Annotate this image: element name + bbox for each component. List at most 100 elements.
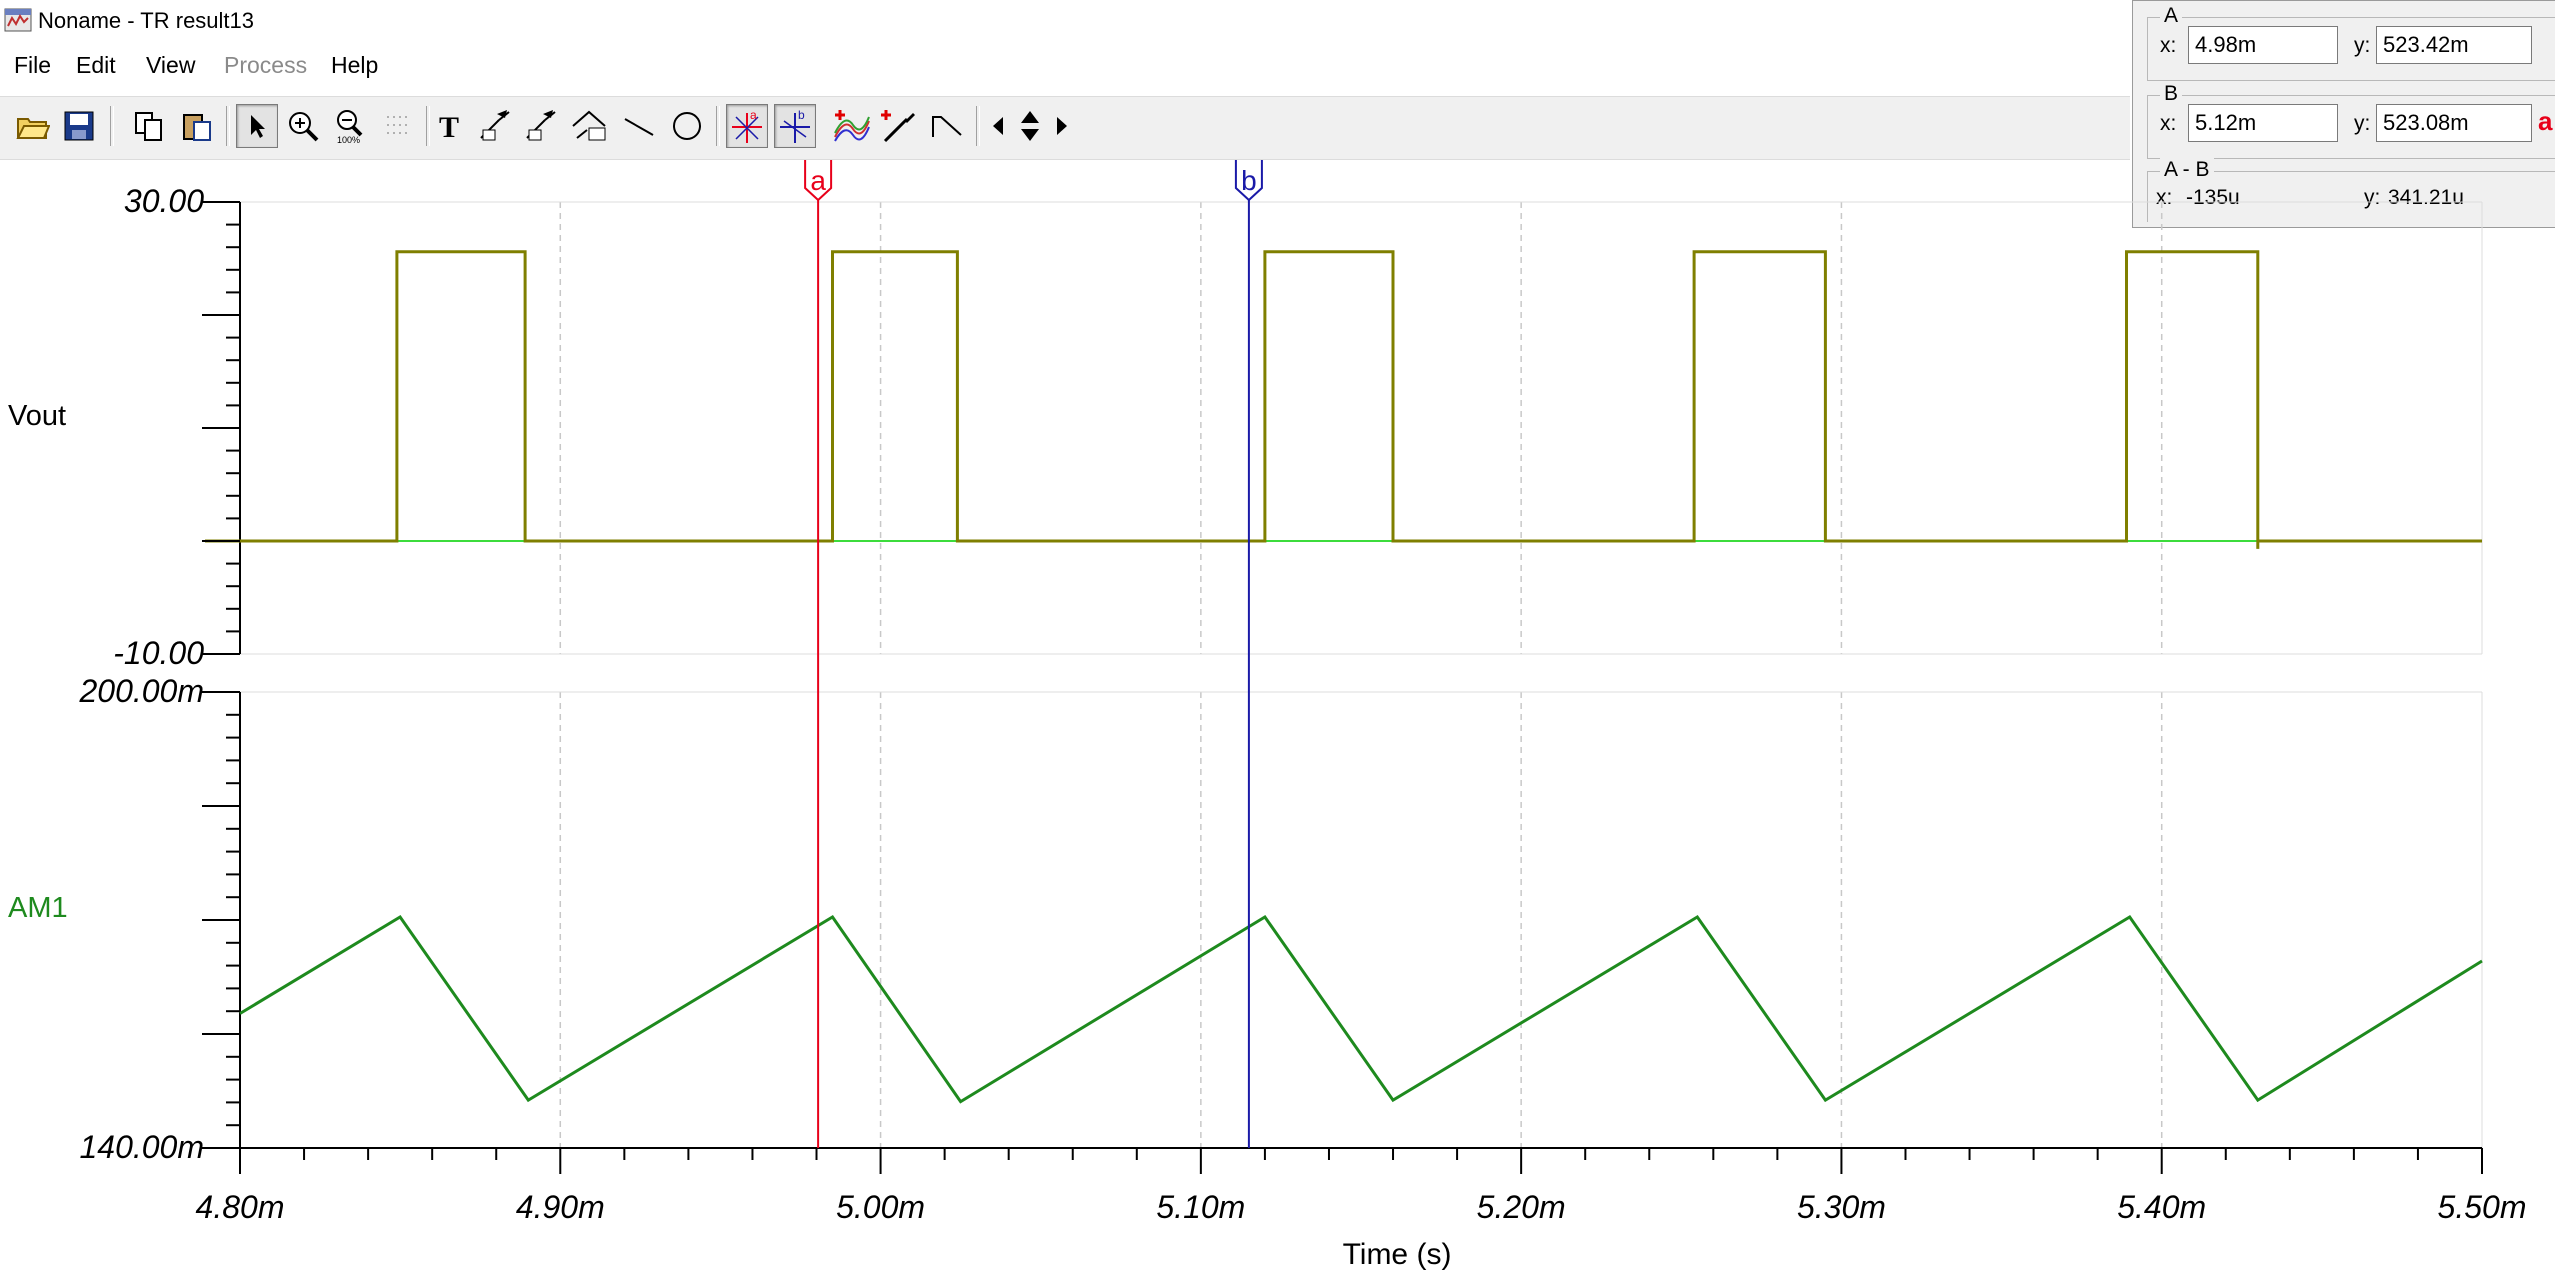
cursor-readout-panel: A x: 4.98m y: 523.42m B x: 5.12m y: 523.… bbox=[2132, 0, 2555, 228]
cursor-a-button[interactable]: a bbox=[726, 104, 768, 148]
cursor-diff-y-value: 341.21u bbox=[2388, 186, 2464, 209]
x-tick-label: 4.80m bbox=[196, 1189, 285, 1225]
cursor-a-x-label: x: bbox=[2160, 34, 2177, 57]
cursor-diff-title: A - B bbox=[2160, 158, 2214, 182]
vout-y-tick-label: -10.00 bbox=[113, 635, 204, 671]
am1-y-tick-label: 140.00m bbox=[79, 1129, 204, 1165]
paste-icon bbox=[183, 114, 211, 141]
label-tool-2-icon bbox=[526, 110, 556, 141]
diagram-label-icon bbox=[572, 110, 606, 141]
vout-y-tick-label: 30.00 bbox=[124, 183, 204, 219]
vout-series-line bbox=[205, 250, 2482, 549]
cursor-b-title: B bbox=[2160, 82, 2183, 106]
cursor-b-x-label: x: bbox=[2160, 112, 2177, 135]
x-axis-title: Time (s) bbox=[1343, 1238, 1452, 1271]
text-button[interactable]: T bbox=[430, 104, 472, 148]
cursor-b-group: B x: 5.12m y: 523.08m a← bbox=[2147, 82, 2555, 159]
text-icon: T bbox=[439, 111, 459, 142]
step-icon bbox=[932, 116, 962, 137]
select-button[interactable] bbox=[236, 104, 278, 148]
menu-process: Process bbox=[224, 52, 308, 78]
toolbar-separator bbox=[976, 106, 980, 146]
next-button[interactable] bbox=[1050, 104, 1074, 148]
open-icon bbox=[16, 118, 50, 139]
x-tick-label: 5.50m bbox=[2438, 1189, 2527, 1225]
prev-icon bbox=[993, 117, 1003, 135]
menu-file[interactable]: File bbox=[14, 52, 51, 79]
diagram-label-button[interactable] bbox=[568, 104, 610, 148]
grid-button[interactable] bbox=[378, 104, 420, 148]
add-curve-button[interactable] bbox=[830, 104, 872, 148]
updown-button[interactable] bbox=[1014, 104, 1046, 148]
svg-text:T: T bbox=[439, 111, 459, 142]
cursor-b-label: b bbox=[1241, 165, 1257, 196]
cursor-b-icon: b bbox=[780, 108, 810, 143]
cursor-diff-y-label: y: bbox=[2364, 186, 2381, 209]
save-icon bbox=[64, 111, 94, 141]
zoom-100-icon: 100% bbox=[337, 110, 363, 144]
menu-view[interactable]: View bbox=[146, 52, 195, 79]
paste-button[interactable] bbox=[176, 104, 218, 148]
menu-bar: File Edit View Process Help bbox=[0, 46, 2130, 84]
cursor-a-title: A bbox=[2160, 4, 2183, 28]
cursor-a-x-field[interactable]: 4.98m bbox=[2188, 26, 2338, 64]
cursor-b-y-field[interactable]: 523.08m bbox=[2376, 104, 2532, 142]
cursor-a-icon: a bbox=[732, 108, 762, 143]
cursor-a-y-label: y: bbox=[2354, 34, 2371, 57]
cursor-b-x-field[interactable]: 5.12m bbox=[2188, 104, 2338, 142]
step-button[interactable] bbox=[926, 104, 968, 148]
window-title: Noname - TR result13 bbox=[38, 8, 255, 33]
label-tool-2-button[interactable] bbox=[520, 104, 562, 148]
menu-help[interactable]: Help bbox=[331, 52, 378, 79]
cursor-a-marker[interactable] bbox=[804, 160, 833, 202]
x-tick-label: 5.20m bbox=[1477, 1189, 1566, 1225]
am1-series-line bbox=[239, 914, 2483, 1104]
cursor-a-label: a bbox=[810, 165, 826, 196]
label-tool-button[interactable] bbox=[474, 104, 516, 148]
line-button[interactable] bbox=[618, 104, 660, 148]
svg-text:100%: 100% bbox=[337, 135, 360, 144]
x-tick-label: 5.40m bbox=[2117, 1189, 2206, 1225]
cursor-a-group: A x: 4.98m y: 523.42m bbox=[2147, 4, 2555, 81]
svg-text:a: a bbox=[750, 108, 757, 122]
x-tick-label: 5.10m bbox=[1156, 1189, 1245, 1225]
cursor-diff-group: A - B x: -135u y: 341.21u bbox=[2147, 158, 2555, 222]
select-arrow-icon bbox=[251, 115, 265, 138]
open-button[interactable] bbox=[12, 104, 54, 148]
line-icon bbox=[624, 118, 654, 136]
cursor-diff-x-label: x: bbox=[2156, 186, 2173, 209]
add-curve-icon bbox=[834, 110, 870, 142]
updown-icon bbox=[1021, 111, 1039, 141]
cursor-b-y-label: y: bbox=[2354, 112, 2371, 135]
cursor-b-button[interactable]: b bbox=[774, 104, 816, 148]
cursor-diff-x-value: -135u bbox=[2186, 186, 2240, 209]
cursor-b-swap-button[interactable]: a← bbox=[2538, 106, 2555, 137]
circle-icon bbox=[673, 112, 701, 140]
am1-y-tick-label: 200.00m bbox=[78, 673, 204, 709]
label-tool-icon bbox=[480, 110, 510, 141]
toolbar-separator bbox=[110, 106, 114, 146]
x-tick-label: 5.30m bbox=[1797, 1189, 1886, 1225]
zoom-in-icon bbox=[289, 112, 319, 142]
toolbar-separator bbox=[716, 106, 720, 146]
probe-button[interactable] bbox=[878, 104, 920, 148]
x-tick-label: 4.90m bbox=[516, 1189, 605, 1225]
menu-edit[interactable]: Edit bbox=[76, 52, 116, 79]
save-button[interactable] bbox=[58, 104, 100, 148]
next-icon bbox=[1057, 117, 1067, 135]
copy-button[interactable] bbox=[128, 104, 170, 148]
grid-icon bbox=[387, 116, 407, 134]
circle-button[interactable] bbox=[666, 104, 708, 148]
zoom-in-button[interactable] bbox=[282, 104, 324, 148]
cursor-b-marker[interactable] bbox=[1234, 160, 1263, 202]
cursor-a-y-field[interactable]: 523.42m bbox=[2376, 26, 2532, 64]
probe-icon bbox=[881, 110, 915, 143]
svg-text:b: b bbox=[798, 108, 805, 122]
app-icon bbox=[4, 8, 32, 32]
zoom-100-button[interactable]: 100% bbox=[330, 104, 372, 148]
x-tick-label: 5.00m bbox=[836, 1189, 925, 1225]
vout-axis-label: Vout bbox=[8, 400, 67, 432]
am1-axis-label: AM1 bbox=[8, 892, 68, 924]
prev-button[interactable] bbox=[986, 104, 1010, 148]
toolbar-separator bbox=[226, 106, 230, 146]
